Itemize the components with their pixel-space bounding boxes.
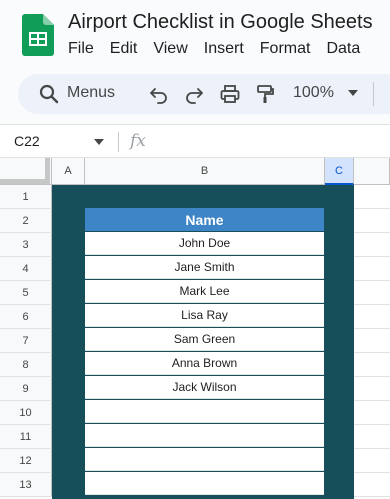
- column-header-c[interactable]: C: [325, 158, 354, 185]
- redo-icon[interactable]: [184, 84, 204, 104]
- name-cell[interactable]: [85, 472, 324, 495]
- freeze-column-handle[interactable]: [45, 158, 50, 184]
- column-header-b[interactable]: B: [85, 158, 325, 185]
- table-header-name[interactable]: Name: [85, 208, 324, 231]
- chevron-down-icon[interactable]: [94, 139, 104, 145]
- freeze-row-handle[interactable]: [0, 179, 45, 184]
- row-header[interactable]: 2: [0, 209, 52, 233]
- name-cell[interactable]: Jane Smith: [85, 256, 324, 279]
- title-bar: Airport Checklist in Google Sheets File …: [0, 0, 390, 70]
- row-header[interactable]: 12: [0, 449, 52, 473]
- row-header[interactable]: 1: [0, 185, 52, 209]
- spreadsheet-grid[interactable]: A B C 1 2 3 4 5 6 7 8 9 10 11 12 13 Name John Doe Jan…: [0, 158, 390, 499]
- google-sheets-logo-icon[interactable]: [22, 14, 54, 56]
- row-header[interactable]: 3: [0, 233, 52, 257]
- toolbar-divider: [373, 82, 374, 106]
- row-header[interactable]: 11: [0, 425, 52, 449]
- sheets-window: Airport Checklist in Google Sheets File …: [0, 0, 390, 499]
- name-cell[interactable]: [85, 424, 324, 447]
- zoom-select[interactable]: 100%: [293, 84, 334, 102]
- document-title[interactable]: Airport Checklist in Google Sheets: [68, 11, 373, 34]
- column-header-d[interactable]: [354, 158, 390, 185]
- menu-bar: File Edit View Insert Format Data: [68, 40, 376, 58]
- name-cell[interactable]: Mark Lee: [85, 280, 324, 303]
- menu-edit[interactable]: Edit: [110, 40, 138, 58]
- paint-format-icon[interactable]: [255, 84, 275, 104]
- menu-format[interactable]: Format: [260, 40, 311, 58]
- formula-bar-divider: [118, 132, 119, 152]
- fx-icon: fx: [130, 131, 146, 151]
- select-all-corner[interactable]: [0, 158, 52, 185]
- row-header[interactable]: 10: [0, 401, 52, 425]
- name-cell[interactable]: [85, 400, 324, 423]
- row-header[interactable]: 8: [0, 353, 52, 377]
- print-icon[interactable]: [220, 84, 240, 104]
- column-header-a[interactable]: A: [52, 158, 85, 185]
- menu-view[interactable]: View: [153, 40, 187, 58]
- undo-icon[interactable]: [149, 84, 169, 104]
- row-header[interactable]: 7: [0, 329, 52, 353]
- name-box[interactable]: C22: [14, 133, 40, 149]
- menu-data[interactable]: Data: [326, 40, 360, 58]
- row-header[interactable]: 9: [0, 377, 52, 401]
- formula-bar: C22 fx: [0, 124, 390, 158]
- row-header[interactable]: 6: [0, 305, 52, 329]
- name-cell[interactable]: Anna Brown: [85, 352, 324, 375]
- menu-file[interactable]: File: [68, 40, 94, 58]
- name-cell[interactable]: John Doe: [85, 232, 324, 255]
- menu-insert[interactable]: Insert: [204, 40, 244, 58]
- row-header[interactable]: 13: [0, 473, 52, 497]
- row-header[interactable]: 4: [0, 257, 52, 281]
- name-cell[interactable]: [85, 448, 324, 471]
- row-header[interactable]: 5: [0, 281, 52, 305]
- chevron-down-icon[interactable]: [348, 90, 358, 96]
- name-cell[interactable]: Lisa Ray: [85, 304, 324, 327]
- search-icon[interactable]: [38, 83, 60, 105]
- name-cell[interactable]: Jack Wilson: [85, 376, 324, 399]
- search-menus-button[interactable]: Menus: [67, 84, 115, 102]
- toolbar: Menus 100%: [18, 74, 390, 114]
- name-cell[interactable]: Sam Green: [85, 328, 324, 351]
